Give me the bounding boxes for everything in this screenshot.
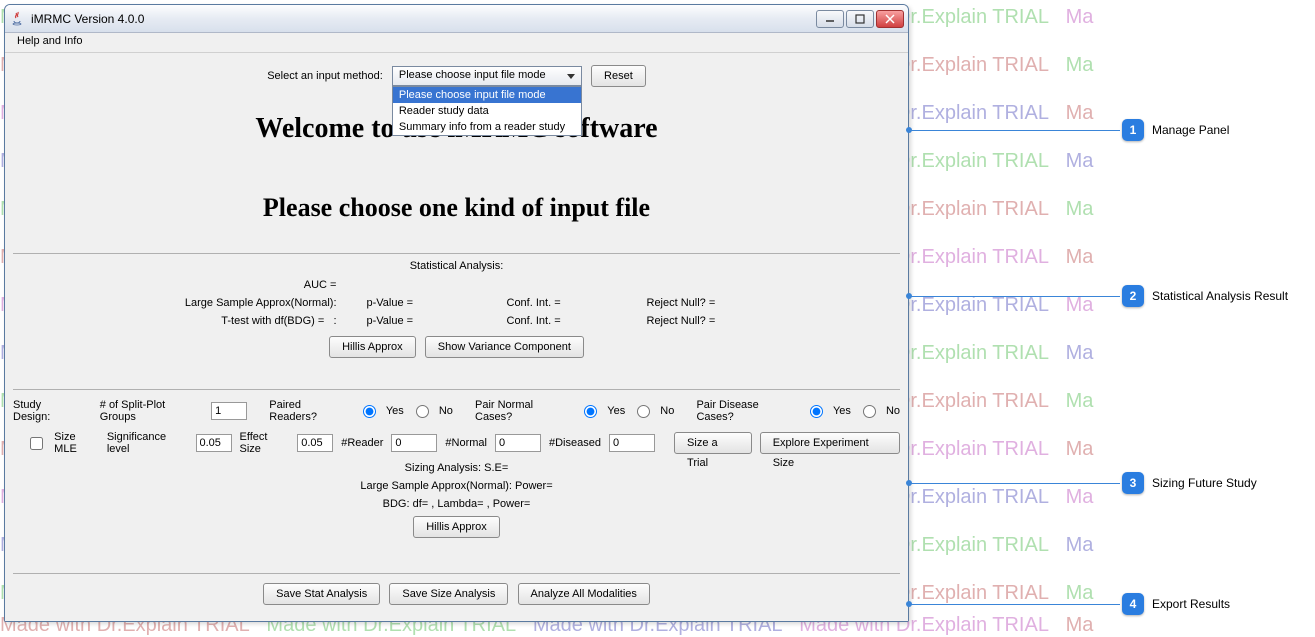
- callout-badge-2: 2: [1122, 285, 1144, 307]
- callout-line-1: [910, 130, 1120, 131]
- dropdown-option-1[interactable]: Reader study data: [393, 103, 581, 119]
- stat-title: Statistical Analysis:: [13, 256, 900, 276]
- no-label-1: No: [439, 405, 453, 417]
- size-mle-checkbox[interactable]: [30, 437, 43, 450]
- analyze-all-button[interactable]: Analyze All Modalities: [518, 583, 650, 605]
- callout-dot-2: [906, 293, 912, 299]
- content-area: Select an input method: Please choose in…: [5, 53, 908, 621]
- choose-prompt: Please choose one kind of input file: [5, 193, 908, 223]
- lsa-power-line: Large Sample Approx(Normal): Power=: [13, 477, 900, 495]
- num-diseased-input[interactable]: [609, 434, 655, 452]
- sizing-analysis-line: Sizing Analysis: S.E=: [13, 459, 900, 477]
- effect-size-label: Effect Size: [240, 431, 290, 455]
- callout-dot-4: [906, 601, 912, 607]
- window-title: iMRMC Version 4.0.0: [31, 12, 816, 26]
- maximize-button[interactable]: [846, 10, 874, 28]
- pair-normal-no[interactable]: [637, 405, 650, 418]
- no-label-3: No: [886, 405, 900, 417]
- dropdown-selected[interactable]: Please choose input file mode: [392, 66, 582, 86]
- pair-disease-label: Pair Disease Cases?: [696, 399, 798, 423]
- statistical-analysis-panel: Statistical Analysis: AUC = Large Sample…: [13, 256, 900, 364]
- paired-readers-yes[interactable]: [363, 405, 376, 418]
- num-normal-input[interactable]: [495, 434, 541, 452]
- callout-num-4: 4: [1130, 597, 1137, 611]
- num-normal-label: #Normal: [445, 437, 487, 449]
- callout-num-1: 1: [1130, 123, 1137, 137]
- titlebar: iMRMC Version 4.0.0: [5, 5, 908, 33]
- hillis-approx-button-2[interactable]: Hillis Approx: [413, 516, 500, 538]
- pair-disease-no[interactable]: [863, 405, 876, 418]
- callout-badge-4: 4: [1122, 593, 1144, 615]
- callout-label-3: Sizing Future Study: [1152, 476, 1257, 490]
- java-icon: [9, 11, 25, 27]
- menu-help-info[interactable]: Help and Info: [11, 33, 88, 49]
- hillis-approx-button-1[interactable]: Hillis Approx: [329, 336, 416, 358]
- divider-2: [13, 389, 900, 390]
- callout-label-1: Manage Panel: [1152, 123, 1229, 137]
- num-reader-input[interactable]: [391, 434, 437, 452]
- callout-line-3: [910, 483, 1120, 484]
- callout-num-2: 2: [1130, 289, 1137, 303]
- input-method-dropdown[interactable]: Please choose input file mode Please cho…: [392, 66, 582, 86]
- sig-level-label: Significance level: [107, 431, 188, 455]
- auc-label: AUC =: [157, 279, 337, 291]
- pvalue-label-1: p-Value =: [367, 297, 477, 309]
- ttest-sep: :: [333, 315, 336, 327]
- divider-1: [13, 253, 900, 254]
- export-panel: Save Stat Analysis Save Size Analysis An…: [5, 583, 908, 605]
- dropdown-list: Please choose input file mode Reader stu…: [392, 86, 582, 136]
- show-variance-button[interactable]: Show Variance Component: [425, 336, 584, 358]
- paired-readers-no[interactable]: [416, 405, 429, 418]
- yes-label-1: Yes: [386, 405, 404, 417]
- manage-panel: Select an input method: Please choose in…: [5, 65, 908, 87]
- rejectnull-label-1: Reject Null? =: [647, 297, 757, 309]
- pvalue-label-2: p-Value =: [367, 315, 477, 327]
- yes-label-3: Yes: [833, 405, 851, 417]
- split-plot-input[interactable]: [211, 402, 247, 420]
- confint-label-2: Conf. Int. =: [507, 315, 617, 327]
- confint-label-1: Conf. Int. =: [507, 297, 617, 309]
- rejectnull-label-2: Reject Null? =: [647, 315, 757, 327]
- pair-disease-yes[interactable]: [810, 405, 823, 418]
- num-diseased-label: #Diseased: [549, 437, 601, 449]
- dropdown-option-2[interactable]: Summary info from a reader study: [393, 119, 581, 135]
- save-stat-button[interactable]: Save Stat Analysis: [263, 583, 380, 605]
- close-button[interactable]: [876, 10, 904, 28]
- save-size-button[interactable]: Save Size Analysis: [389, 583, 508, 605]
- callout-label-4: Export Results: [1152, 597, 1230, 611]
- callout-line-4: [910, 604, 1120, 605]
- study-design-label: Study Design:: [13, 399, 81, 423]
- no-label-2: No: [660, 405, 674, 417]
- num-reader-label: #Reader: [341, 437, 383, 449]
- lsa-label: Large Sample Approx(Normal):: [185, 297, 337, 309]
- input-method-label: Select an input method:: [267, 70, 383, 82]
- explore-experiment-button[interactable]: Explore Experiment Size: [760, 432, 900, 454]
- pair-normal-yes[interactable]: [584, 405, 597, 418]
- callout-badge-3: 3: [1122, 472, 1144, 494]
- minimize-button[interactable]: [816, 10, 844, 28]
- app-window: iMRMC Version 4.0.0 Help and Info Select…: [4, 4, 909, 622]
- callout-line-2: [910, 296, 1120, 297]
- callout-num-3: 3: [1130, 476, 1137, 490]
- bdg-line: BDG: df= , Lambda= , Power=: [13, 495, 900, 513]
- dropdown-option-0[interactable]: Please choose input file mode: [393, 87, 581, 103]
- size-trial-button[interactable]: Size a Trial: [674, 432, 752, 454]
- sizing-panel: Study Design: # of Split-Plot Groups Pai…: [13, 395, 900, 541]
- callout-label-2: Statistical Analysis Result: [1152, 289, 1288, 303]
- callout-dot-3: [906, 480, 912, 486]
- sig-level-input[interactable]: [196, 434, 232, 452]
- reset-button[interactable]: Reset: [591, 65, 646, 87]
- pair-normal-label: Pair Normal Cases?: [475, 399, 572, 423]
- divider-3: [13, 573, 900, 574]
- ttest-label: T-test with df(BDG) =: [221, 315, 324, 327]
- effect-size-input[interactable]: [297, 434, 333, 452]
- callout-badge-1: 1: [1122, 119, 1144, 141]
- size-mle-label: Size MLE: [54, 431, 99, 455]
- paired-readers-label: Paired Readers?: [269, 399, 351, 423]
- yes-label-2: Yes: [607, 405, 625, 417]
- split-plot-label: # of Split-Plot Groups: [100, 399, 203, 423]
- callout-dot-1: [906, 127, 912, 133]
- menubar: Help and Info: [5, 33, 908, 53]
